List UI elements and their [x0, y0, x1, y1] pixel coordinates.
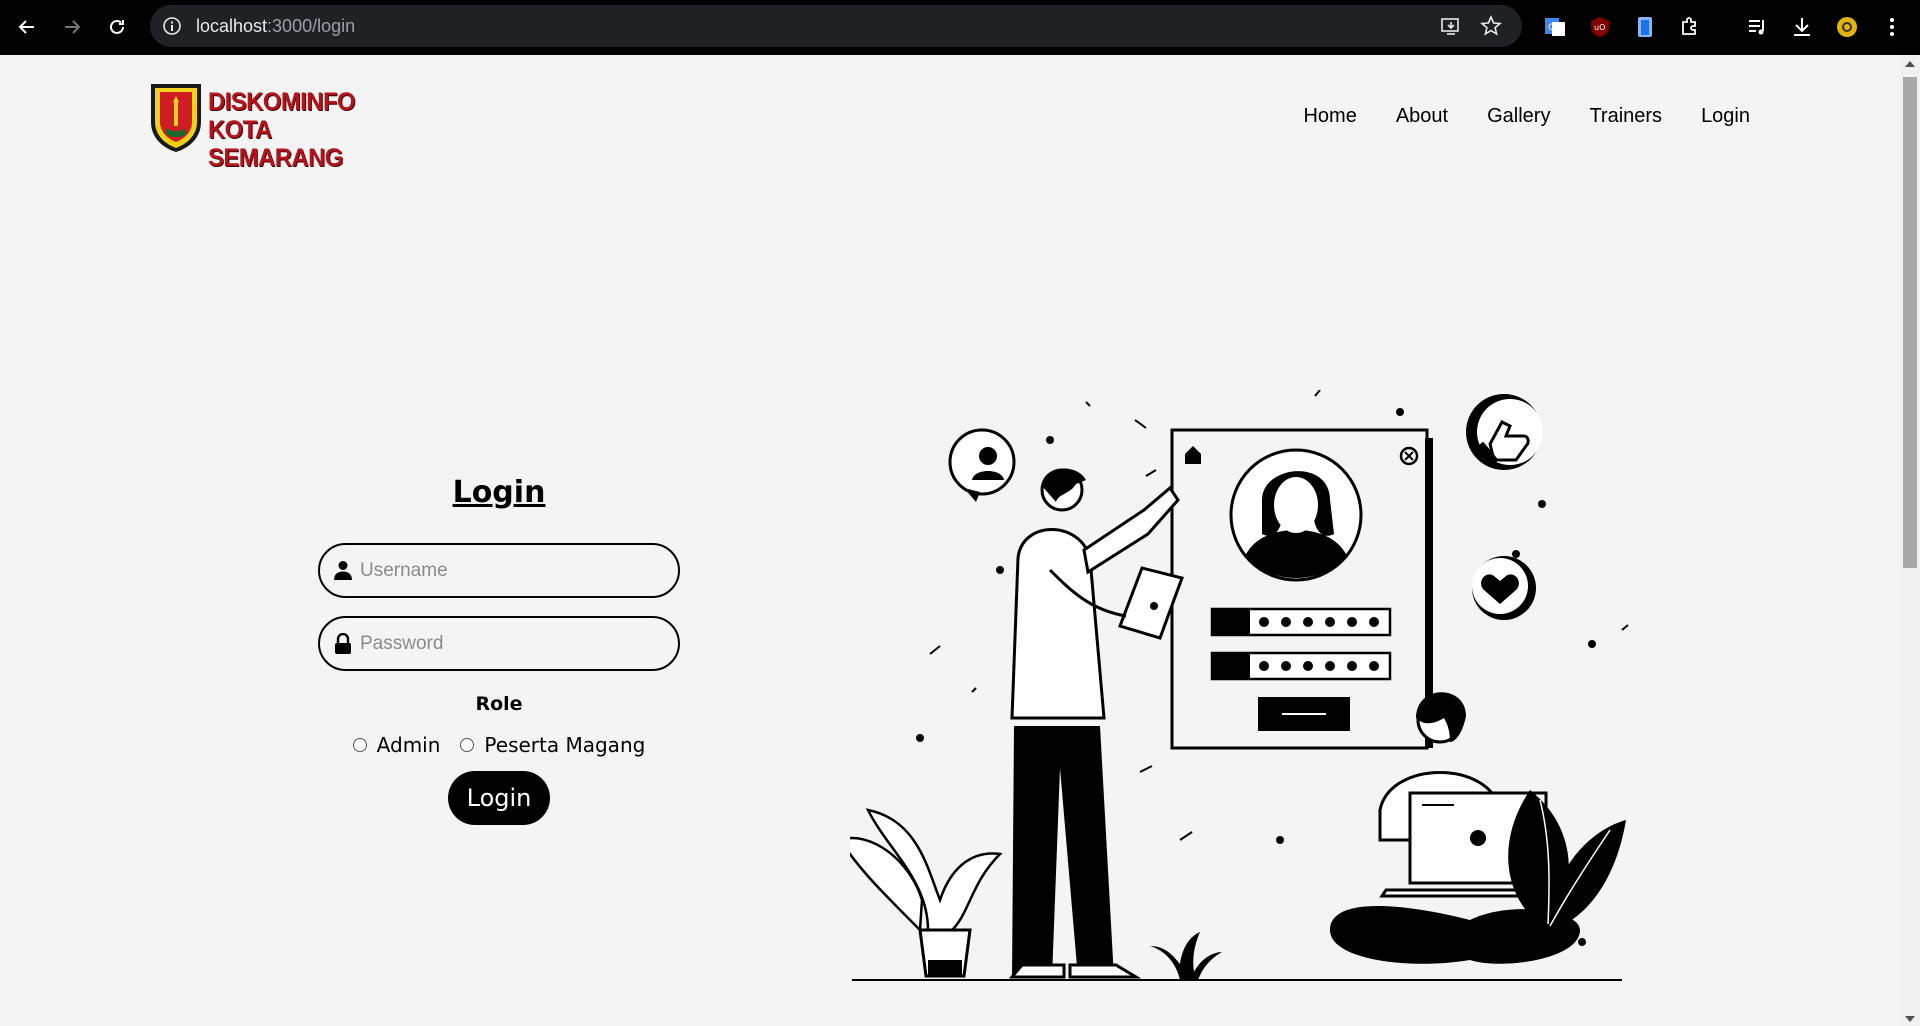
reload-icon[interactable] [102, 12, 132, 42]
site-info-icon[interactable] [162, 16, 182, 41]
google-translate-icon[interactable]: G [1540, 12, 1570, 42]
scroll-down-arrow-icon[interactable] [1905, 1016, 1915, 1022]
media-controls-icon[interactable] [1742, 12, 1772, 42]
username-field[interactable] [318, 543, 680, 598]
login-title: Login [452, 475, 546, 510]
site-logo[interactable]: DISKOMINFO KOTA SEMARANG [148, 80, 393, 172]
city-emblem-icon [151, 84, 201, 152]
peserta-label: Peserta Magang [484, 733, 646, 757]
username-input[interactable] [360, 555, 660, 587]
profile-avatar-icon[interactable] [1832, 12, 1862, 42]
login-illustration [850, 390, 1629, 981]
lock-icon [334, 632, 352, 660]
scroll-thumb[interactable] [1903, 77, 1917, 568]
browser-toolbar: localhost:3000/login G uO [0, 0, 1920, 55]
extensions-puzzle-icon[interactable] [1675, 12, 1705, 42]
user-icon [334, 560, 352, 585]
logo-text: DISKOMINFO KOTA SEMARANG [208, 88, 355, 172]
svg-text:G: G [1548, 23, 1555, 33]
svg-text:uO: uO [1594, 23, 1605, 32]
role-options: Admin Peserta Magang [318, 733, 680, 757]
password-field[interactable] [318, 616, 680, 671]
forward-icon[interactable] [57, 12, 87, 42]
scroll-up-arrow-icon[interactable] [1905, 61, 1915, 67]
login-button[interactable]: Login [448, 771, 550, 825]
nav-about[interactable]: About [1396, 105, 1448, 128]
ublock-icon[interactable]: uO [1585, 12, 1615, 42]
password-input[interactable] [360, 628, 660, 660]
url-text[interactable]: localhost:3000/login [196, 16, 355, 37]
page-viewport: DISKOMINFO KOTA SEMARANG Home About Gall… [0, 55, 1900, 1026]
login-form: Login Role Admin Peserta Magang Log [318, 475, 680, 825]
role-option-peserta[interactable]: Peserta Magang [460, 733, 645, 757]
admin-label: Admin [376, 733, 441, 757]
nav-gallery[interactable]: Gallery [1487, 105, 1550, 128]
nav-login[interactable]: Login [1701, 105, 1750, 128]
main-nav: Home About Gallery Trainers Login [1303, 105, 1750, 128]
peserta-radio[interactable] [460, 738, 475, 752]
admin-radio[interactable] [352, 738, 367, 752]
download-icon[interactable] [1787, 12, 1817, 42]
docs-extension-icon[interactable] [1630, 12, 1660, 42]
browser-menu-icon[interactable] [1877, 12, 1907, 42]
role-option-admin[interactable]: Admin [352, 733, 441, 757]
address-bar[interactable]: localhost:3000/login [150, 5, 1522, 47]
nav-trainers[interactable]: Trainers [1589, 105, 1662, 128]
nav-home[interactable]: Home [1303, 105, 1356, 128]
back-icon[interactable] [12, 12, 42, 42]
install-app-icon[interactable] [1440, 15, 1462, 42]
bookmark-star-icon[interactable] [1480, 14, 1502, 42]
role-label: Role [475, 693, 523, 715]
